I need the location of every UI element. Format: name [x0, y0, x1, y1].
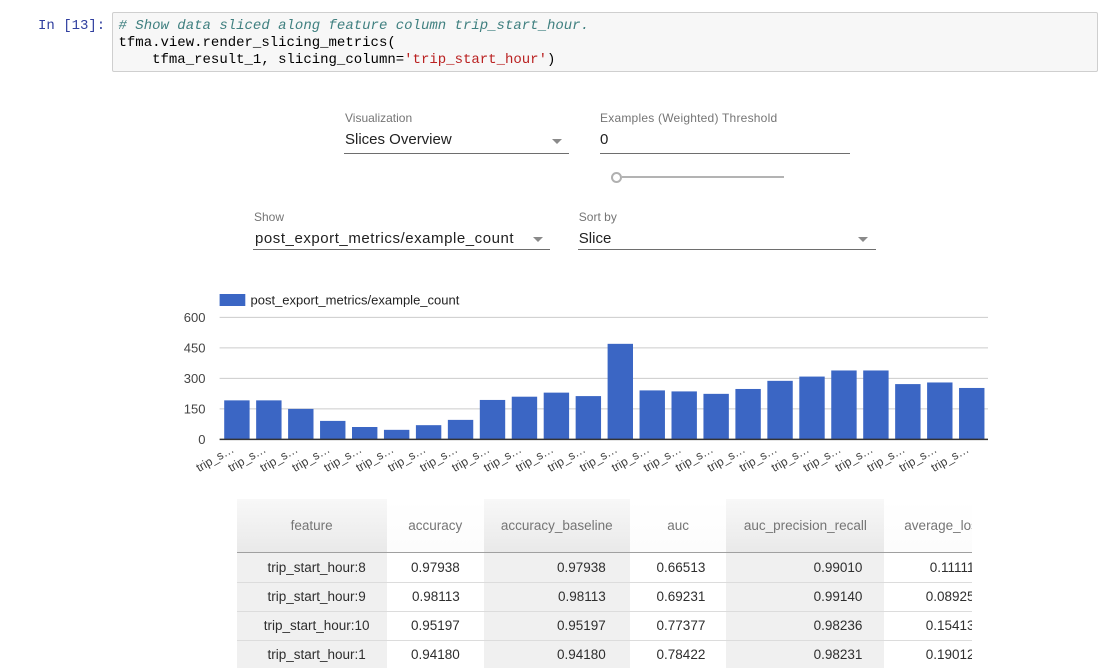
svg-text:post_export_metrics/example_co: post_export_metrics/example_count — [251, 293, 460, 308]
svg-text:0: 0 — [198, 432, 205, 447]
svg-text:600: 600 — [184, 310, 206, 325]
svg-text:150: 150 — [184, 401, 206, 416]
svg-text:450: 450 — [184, 340, 206, 355]
svg-text:300: 300 — [184, 371, 206, 386]
